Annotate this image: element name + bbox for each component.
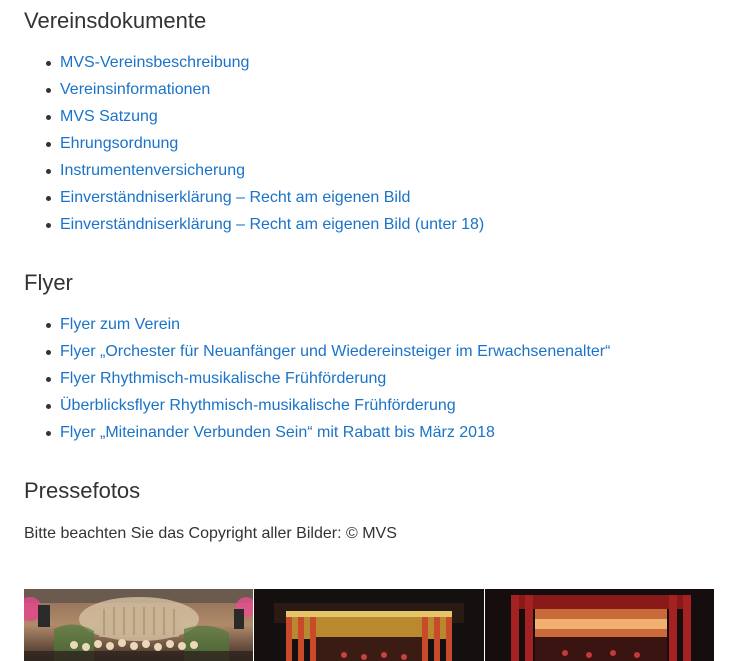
stage-photo-image [254,589,484,661]
vereinsdokumente-heading: Vereinsdokumente [24,8,207,33]
list-item: Einverständniserklärung – Recht am eigen… [45,211,484,238]
list-item: Flyer zum Verein [45,311,610,338]
link-instrumentenversicherung[interactable]: Instrumentenversicherung [60,162,245,179]
list-item: Flyer „Miteinander Verbunden Sein“ mit R… [45,419,610,446]
link-flyer-fruehfoerderung[interactable]: Flyer Rhythmisch-musikalische Frühförder… [60,370,386,387]
list-item: Vereinsinformationen [45,76,484,103]
link-einverstaendniserklaerung[interactable]: Einverständniserklärung – Recht am eigen… [60,189,410,206]
link-einverstaendniserklaerung-unter-18[interactable]: Einverständniserklärung – Recht am eigen… [60,216,484,233]
list-item: MVS-Vereinsbeschreibung [45,49,484,76]
link-flyer-zum-verein[interactable]: Flyer zum Verein [60,316,180,333]
pressefotos-heading: Pressefotos [24,478,141,503]
list-item: Instrumentenversicherung [45,157,484,184]
press-photo-stage-2[interactable] [484,589,714,661]
vereinsdokumente-list: MVS-Vereinsbeschreibung Vereinsinformati… [24,49,484,238]
list-item: Überblicksflyer Rhythmisch-musikalische … [45,392,610,419]
flyer-heading: Flyer [24,270,73,295]
press-photo-gallery [24,589,714,661]
list-item: Ehrungsordnung [45,130,484,157]
press-photo-orchestra[interactable] [24,589,254,661]
link-flyer-miteinander[interactable]: Flyer „Miteinander Verbunden Sein“ mit R… [60,424,495,441]
link-flyer-orchester[interactable]: Flyer „Orchester für Neuanfänger und Wie… [60,343,610,360]
list-item: Einverständniserklärung – Recht am eigen… [45,184,484,211]
link-ueberblicksflyer[interactable]: Überblicksflyer Rhythmisch-musikalische … [60,397,456,414]
press-photo-stage-1[interactable] [254,589,484,661]
flyer-list: Flyer zum Verein Flyer „Orchester für Ne… [24,311,610,446]
link-vereinsinformationen[interactable]: Vereinsinformationen [60,81,210,98]
list-item: MVS Satzung [45,103,484,130]
link-mvs-satzung[interactable]: MVS Satzung [60,108,158,125]
link-mvs-vereinsbeschreibung[interactable]: MVS-Vereinsbeschreibung [60,54,249,71]
link-ehrungsordnung[interactable]: Ehrungsordnung [60,135,178,152]
orchestra-photo-image [24,589,254,661]
list-item: Flyer Rhythmisch-musikalische Frühförder… [45,365,610,392]
stage-photo-image [484,589,714,661]
copyright-note: Bitte beachten Sie das Copyright aller B… [24,525,397,542]
list-item: Flyer „Orchester für Neuanfänger und Wie… [45,338,610,365]
